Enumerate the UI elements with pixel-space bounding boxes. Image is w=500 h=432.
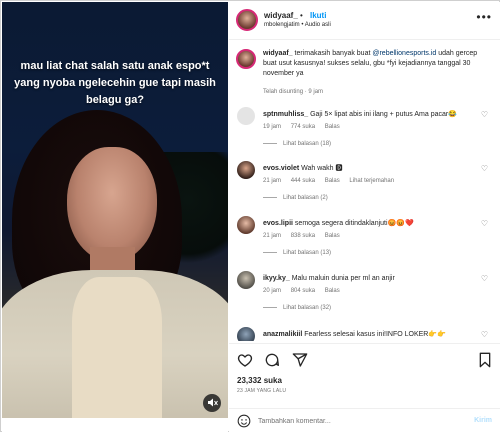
comment-meta: 21 jam 838 suka Balas [263, 233, 348, 239]
comment-heart-icon[interactable]: ♡ [481, 110, 488, 119]
avatar[interactable] [236, 49, 256, 69]
view-replies-label[interactable]: Lihat balasan (18) [283, 141, 331, 147]
comment-likes[interactable]: 838 suka [291, 233, 315, 239]
post-time[interactable]: 23 JAM YANG LALU [237, 388, 286, 394]
replies-line [263, 196, 277, 198]
post-comment-button[interactable]: Kirim [474, 417, 492, 424]
comment-username[interactable]: evos.violet [263, 165, 299, 172]
reply-button[interactable]: Balas [325, 233, 340, 239]
comment-text: evos.lipii semoga segera ditindaklanjuti… [263, 219, 488, 229]
comment-text: evos.violet Wah wakh 🅳 [263, 164, 488, 174]
comment-meta: 20 jam 804 suka Balas [263, 288, 348, 294]
replies-line [263, 251, 277, 253]
avatar[interactable] [237, 161, 255, 179]
post-actions: 23,332 suka 23 JAM YANG LALU Kirim [229, 343, 500, 432]
comment-likes[interactable]: 774 suka [291, 124, 315, 130]
comment-likes[interactable]: 804 suka [291, 288, 315, 294]
view-replies-button[interactable]: Lihat balasan (13) [263, 250, 331, 256]
person-face [67, 147, 157, 262]
comment-input[interactable] [258, 413, 448, 429]
view-replies-button[interactable]: Lihat balasan (18) [263, 141, 331, 147]
author-username[interactable]: widyaaf_ • [264, 11, 303, 20]
audio-subtitle[interactable]: mbolengjatim • Audio asli [264, 22, 331, 28]
comment-heart-icon[interactable]: ♡ [481, 330, 488, 339]
comment-time: 20 jam [263, 288, 282, 294]
comment-body: Malu maluin dunia per ml an anjir [291, 275, 395, 282]
comment-heart-icon[interactable]: ♡ [481, 164, 488, 173]
media-bottom-strip [2, 418, 228, 432]
share-icon[interactable] [292, 352, 308, 368]
comment-heart-icon[interactable]: ♡ [481, 219, 488, 228]
comment-body: Wah wakh 🅳 [301, 165, 343, 172]
comment-time: 21 jam [263, 233, 282, 239]
post-window: mau liat chat salah satu anak espo*t yan… [0, 0, 500, 432]
comment-username[interactable]: anazmalikiil [263, 331, 302, 338]
caption-meta: Telah disunting · 9 jam [263, 89, 324, 95]
more-icon[interactable]: ••• [476, 10, 492, 24]
comment-body: semoga segera ditindaklanjuti😡😡❤️ [294, 220, 414, 227]
avatar[interactable] [237, 271, 255, 289]
person-shirt [72, 277, 162, 418]
translate-button[interactable]: Lihat terjemahan [349, 178, 394, 184]
comment-text: ikyy.ky_ Malu maluin dunia per ml an anj… [263, 274, 488, 284]
caption-text: widyaaf_ terimakasih banyak buat @rebell… [263, 49, 488, 79]
comment-time: 19 jam [263, 124, 282, 130]
follow-button[interactable]: Ikuti [310, 11, 326, 20]
separator: • [300, 11, 303, 20]
comment-composer: Kirim [229, 408, 500, 432]
mute-icon[interactable] [203, 394, 221, 412]
comment-text: sptnmuhliss_ Gaji 5× lipat abis ini ilan… [263, 110, 488, 120]
avatar[interactable] [237, 327, 255, 341]
heart-icon[interactable] [237, 352, 253, 368]
view-replies-button[interactable]: Lihat balasan (2) [263, 195, 328, 201]
comment-username[interactable]: sptnmuhliss_ [263, 111, 308, 118]
comment-meta: 19 jam 774 suka Balas [263, 124, 348, 130]
post-panel: widyaaf_ • Ikuti mbolengjatim • Audio as… [229, 2, 500, 432]
comments-list[interactable]: widyaaf_ terimakasih banyak buat @rebell… [229, 41, 500, 341]
bookmark-icon[interactable] [478, 352, 492, 368]
reply-button[interactable]: Balas [325, 178, 340, 184]
post-header: widyaaf_ • Ikuti mbolengjatim • Audio as… [229, 2, 500, 40]
avatar[interactable] [237, 216, 255, 234]
author-username-text[interactable]: widyaaf_ [264, 11, 298, 20]
view-replies-label[interactable]: Lihat balasan (2) [283, 195, 328, 201]
like-count[interactable]: 23,332 suka [237, 376, 282, 385]
replies-line [263, 142, 277, 144]
view-replies-label[interactable]: Lihat balasan (13) [283, 250, 331, 256]
caption-text-before: terimakasih banyak buat [294, 50, 371, 57]
reply-button[interactable]: Balas [325, 124, 340, 130]
video-caption: mau liat chat salah satu anak espo*t yan… [14, 60, 216, 106]
caption-mention[interactable]: @rebellionesports.id [372, 50, 436, 57]
comment-meta: 21 jam 444 suka Balas Lihat terjemahan [263, 178, 402, 184]
comment-body: Gaji 5× lipat abis ini ilang + putus Ama… [310, 111, 457, 118]
avatar[interactable] [237, 107, 255, 125]
comment-username[interactable]: ikyy.ky_ [263, 275, 290, 282]
comment-body: Fearless selesai kasus ini!INFO LOKER👉👉 [304, 331, 446, 338]
action-icons [237, 352, 315, 370]
view-replies-button[interactable]: Lihat balasan (32) [263, 305, 331, 311]
comment-username[interactable]: evos.lipii [263, 220, 293, 227]
caption-username[interactable]: widyaaf_ [263, 50, 293, 57]
comment-text: anazmalikiil Fearless selesai kasus ini!… [263, 330, 488, 340]
reply-button[interactable]: Balas [325, 288, 340, 294]
emoji-icon[interactable] [237, 414, 251, 428]
comment-time: 21 jam [263, 178, 282, 184]
avatar[interactable] [236, 9, 258, 31]
replies-line [263, 306, 277, 308]
comment-icon[interactable] [264, 352, 280, 368]
post-video[interactable]: mau liat chat salah satu anak espo*t yan… [2, 2, 228, 418]
comment-heart-icon[interactable]: ♡ [481, 274, 488, 283]
comment-likes[interactable]: 444 suka [291, 178, 315, 184]
view-replies-label[interactable]: Lihat balasan (32) [283, 305, 331, 311]
